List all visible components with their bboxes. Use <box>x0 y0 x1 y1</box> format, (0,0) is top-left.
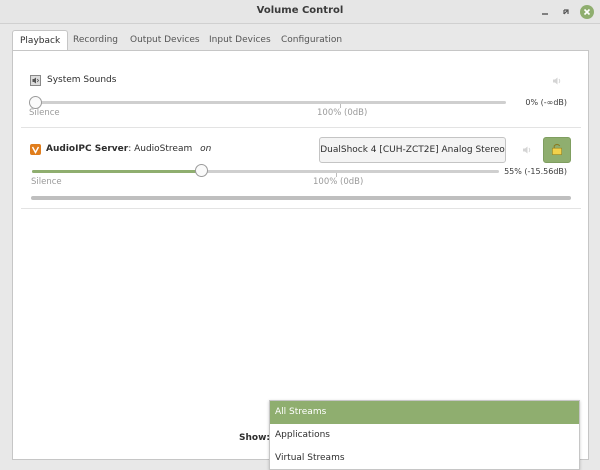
title-bar[interactable]: Volume Control <box>0 0 600 24</box>
app-name: AudioIPC Server <box>46 144 129 154</box>
tab-recording[interactable]: Recording <box>66 30 125 50</box>
close-icon <box>583 8 591 16</box>
show-label: Show: <box>239 433 270 443</box>
dropdown-option-applications[interactable]: Applications <box>270 424 579 447</box>
dropdown-option-all-streams[interactable]: All Streams <box>270 401 579 424</box>
playback-panel: System Sounds Silence 100% (0dB) 0% (-∞d… <box>12 50 589 460</box>
volume-control-window: Volume Control Playback Recording Output… <box>0 0 600 470</box>
tab-bar: Playback Recording Output Devices Input … <box>12 30 588 51</box>
stream-divider <box>21 127 581 128</box>
stream-name: : AudioStream <box>128 144 193 154</box>
silence-label: Silence <box>29 108 60 118</box>
minimize-icon <box>542 13 548 15</box>
lock-icon <box>552 143 562 155</box>
volume-level-text: 55% (-15.56dB) <box>504 167 567 176</box>
peak-meter <box>31 196 571 200</box>
window-title: Volume Control <box>256 5 344 16</box>
silence-label: Silence <box>31 177 62 187</box>
audioipc-icon <box>30 144 41 155</box>
tab-configuration[interactable]: Configuration <box>274 30 349 50</box>
minimize-button[interactable] <box>538 5 552 19</box>
lock-channels-button[interactable] <box>543 137 571 163</box>
output-device-button[interactable]: DualShock 4 [CUH-ZCT2E] Analog Stereo <box>319 137 506 163</box>
tab-input-devices[interactable]: Input Devices <box>202 30 278 50</box>
volume-slider-handle[interactable] <box>195 164 208 177</box>
volume-slider-track[interactable] <box>32 170 499 173</box>
volume-slider-fill <box>32 170 202 173</box>
mute-toggle-icon[interactable] <box>521 144 533 156</box>
mute-toggle-icon[interactable] <box>551 75 563 87</box>
show-dropdown-menu[interactable]: All Streams Applications Virtual Streams <box>269 400 580 470</box>
maximize-button[interactable] <box>559 5 573 19</box>
tab-playback[interactable]: Playback <box>12 30 69 51</box>
speaker-icon <box>30 75 41 86</box>
dropdown-option-virtual-streams[interactable]: Virtual Streams <box>270 447 579 470</box>
maximize-icon <box>563 9 569 15</box>
reference-label: 100% (0dB) <box>313 177 364 187</box>
volume-slider-track[interactable] <box>30 101 506 104</box>
tab-output-devices[interactable]: Output Devices <box>123 30 207 50</box>
stream-divider <box>21 208 581 209</box>
close-button[interactable] <box>580 5 594 19</box>
stream-name: System Sounds <box>47 75 117 85</box>
volume-level-text: 0% (-∞dB) <box>525 98 567 107</box>
reference-label: 100% (0dB) <box>317 108 368 118</box>
stream-title: AudioIPC Server: AudioStream on <box>46 144 211 154</box>
stream-status: on <box>200 144 212 154</box>
